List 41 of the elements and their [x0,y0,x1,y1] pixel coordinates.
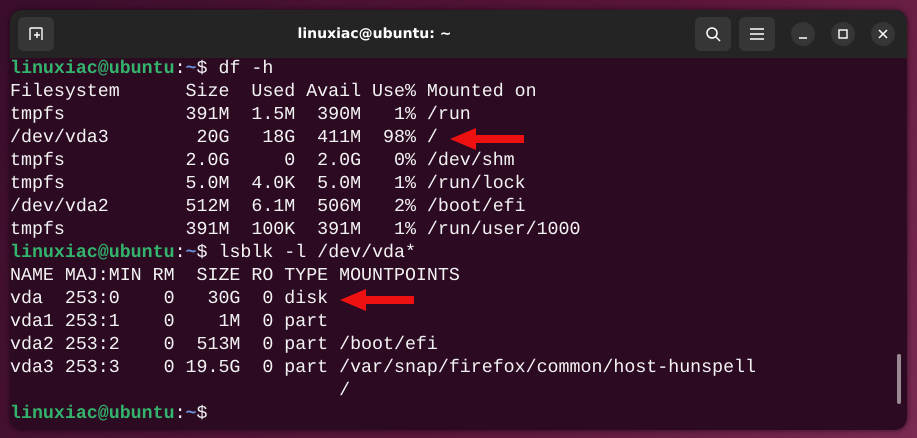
close-icon [878,29,888,39]
output-line: / [338,380,350,403]
menu-button[interactable] [739,17,775,51]
prompt-user: linuxiac@ubuntu [10,403,175,426]
prompt-separator: : [174,242,186,265]
prompt-symbol: $ [196,403,208,426]
prompt-path: ~ [186,58,197,81]
output-line: vda3 253:3 0 19.5G 0 part /var/snap/firefox/common/host-hunspell [10,357,756,380]
minimize-button[interactable] [791,22,815,46]
output-line: NAME MAJ:MIN RM SIZE RO TYPE MOUNTPOINTS [10,265,460,288]
prompt-symbol: $ [196,242,208,265]
output-line: vda 253:0 0 30G 0 disk [10,288,328,311]
prompt-user: linuxiac@ubuntu [10,242,175,265]
new-tab-icon [28,26,44,42]
maximize-icon [838,29,848,39]
search-button[interactable] [695,17,731,51]
output-line: Filesystem Size Used Avail Use% Mounted on [10,81,537,104]
output-line: /dev/vda3 20G 18G 411M 98% / [10,127,438,150]
output-line: tmpfs 2.0G 0 2.0G 0% /dev/shm [10,150,515,173]
new-tab-button[interactable] [18,17,54,51]
prompt-separator: : [174,403,186,426]
prompt-path: ~ [186,403,197,426]
search-icon [705,26,721,42]
prompt-separator: : [174,58,186,81]
menu-icon [750,28,764,40]
output-line: tmpfs 391M 1.5M 390M 1% /run [10,104,471,127]
minimize-icon [799,36,807,38]
output-line: vda2 253:2 0 513M 0 part /boot/efi [10,334,438,357]
window-title: linuxiac@ubuntu: ~ [298,26,452,42]
prompt-user: linuxiac@ubuntu [10,58,175,81]
command-text: df -h [217,58,274,81]
scrollbar[interactable] [897,354,901,404]
prompt-path: ~ [186,242,197,265]
output-line: tmpfs 5.0M 4.0K 5.0M 1% /run/lock [10,173,526,196]
close-button[interactable] [871,22,895,46]
prompt-symbol: $ [196,58,208,81]
output-line: tmpfs 391M 100K 391M 1% /run/user/1000 [10,219,580,242]
output-line: /dev/vda2 512M 6.1M 506M 2% /boot/efi [10,196,526,219]
command-text: lsblk -l /dev/vda* [217,242,416,265]
output-line: vda1 253:1 0 1M 0 part [10,311,328,334]
maximize-button[interactable] [831,22,855,46]
